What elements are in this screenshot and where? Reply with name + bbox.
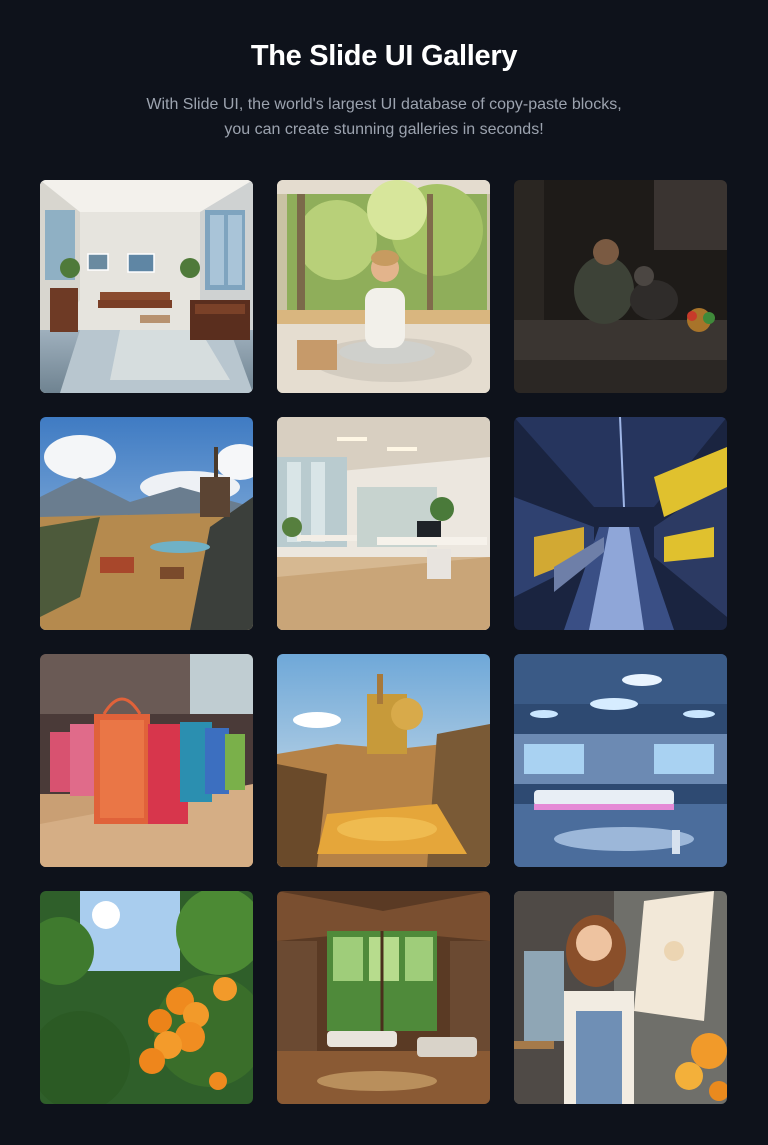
mining-landscape-illustration [40,417,253,630]
painter-illustration [514,891,727,1104]
gallery-image-factory-conveyor[interactable] [514,417,727,630]
gallery-image-futuristic-lab[interactable] [514,654,727,867]
factory-illustration [514,417,727,630]
subtitle-line-1: With Slide UI, the world's largest UI da… [146,96,622,113]
subtitle-line-2: you can create stunning galleries in sec… [224,121,544,138]
gallery-image-man-with-dog[interactable] [514,180,727,393]
lab-illustration [514,654,727,867]
desert-refinery-illustration [277,654,490,867]
gallery-grid [40,180,727,1104]
gallery-image-bright-living-room[interactable] [40,180,253,393]
wooden-house-illustration [277,891,490,1104]
office-illustration [277,417,490,630]
shopping-bags-illustration [40,654,253,867]
man-dog-illustration [514,180,727,393]
gallery-image-shopping-bags[interactable] [40,654,253,867]
orange-tree-illustration [40,891,253,1104]
gallery-image-wooden-house-interior[interactable] [277,891,490,1104]
gallery-image-mining-landscape[interactable] [40,417,253,630]
page-subtitle: With Slide UI, the world's largest UI da… [100,92,668,142]
gallery-image-woman-meditating[interactable] [277,180,490,393]
gallery-image-open-office[interactable] [277,417,490,630]
meditation-illustration [277,180,490,393]
living-room-illustration [40,180,253,393]
gallery-image-orange-tree[interactable] [40,891,253,1104]
page-title: The Slide UI Gallery [250,40,518,72]
gallery-image-smiling-painter[interactable] [514,891,727,1104]
gallery-image-desert-refinery[interactable] [277,654,490,867]
